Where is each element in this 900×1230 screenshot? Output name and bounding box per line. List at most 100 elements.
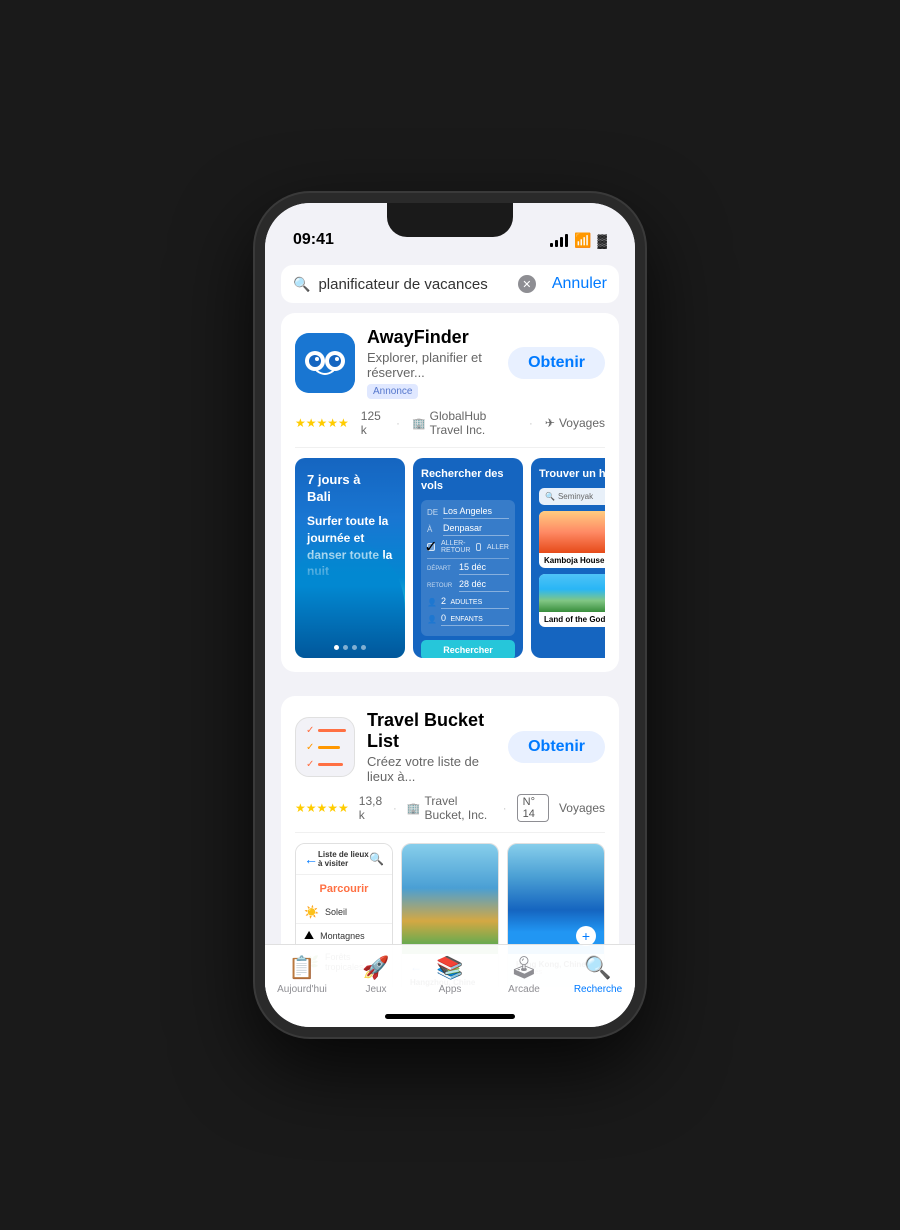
review-count-bucket: 13,8 k xyxy=(359,794,383,822)
games-label: Jeux xyxy=(365,984,386,995)
to-value: Denpasar xyxy=(443,523,509,536)
depart-row: DÉPART 15 déc xyxy=(427,562,509,575)
tab-search[interactable]: 🔍 Recherche xyxy=(561,955,635,995)
roundtrip-checkbox: ✓ xyxy=(427,543,435,551)
hotel-card-kamboja: Kamboja House xyxy=(539,511,605,568)
apps-label: Apps xyxy=(439,984,462,995)
tab-apps[interactable]: 📚 Apps xyxy=(413,955,487,995)
depart-value: 15 déc xyxy=(459,562,509,575)
meta-divider-4: · xyxy=(503,801,507,815)
line-3 xyxy=(318,763,343,766)
rating-stars: ★★★★★ xyxy=(295,416,349,430)
hotel-card-gods: Land of the Gods Inn xyxy=(539,574,605,627)
wifi-icon: 📶 xyxy=(574,232,591,249)
developer-icon-bucket: 🏢 xyxy=(407,802,421,815)
check-icon-2: ✓ xyxy=(306,742,314,753)
screenshot-hotels: Trouver un hôtel 🔍 Seminyak Kamboja Hous… xyxy=(531,458,605,658)
get-button-awayfinder[interactable]: Obtenir xyxy=(508,347,605,379)
dot-4 xyxy=(361,645,366,650)
developer-name: GlobalHub Travel Inc. xyxy=(430,409,517,437)
search-bar[interactable]: 🔍 planificateur de vacances ✕ Annuler xyxy=(281,265,619,303)
app-meta-awayfinder: ★★★★★ 125 k · 🏢 GlobalHub Travel Inc. · … xyxy=(295,409,605,448)
search-bar-inner: 🔍 planificateur de vacances ✕ xyxy=(293,275,536,293)
games-icon: 🚀 xyxy=(362,955,389,981)
tab-today[interactable]: 📋 Aujourd'hui xyxy=(265,955,339,995)
meta-divider-3: · xyxy=(393,801,397,815)
meta-divider-2: · xyxy=(529,416,533,430)
return-row: RETOUR 28 déc xyxy=(427,579,509,592)
today-label: Aujourd'hui xyxy=(277,984,327,995)
apps-icon: 📚 xyxy=(436,955,463,981)
search-bar-container: 🔍 planificateur de vacances ✕ Annuler xyxy=(265,257,635,313)
search-button-mini: Rechercher xyxy=(421,640,515,658)
rating-stars-bucket: ★★★★★ xyxy=(295,801,349,815)
adults-value: 2 ADULTES xyxy=(441,596,509,609)
check-icon-1: ✓ xyxy=(306,725,314,736)
mountain-emoji: ⛰ xyxy=(304,928,314,943)
bali-days: 7 jours à Bali xyxy=(307,472,360,506)
app-desc-awayfinder: Explorer, planifier et réserver... xyxy=(367,350,496,380)
search-tab-label: Recherche xyxy=(574,984,622,995)
tab-games[interactable]: 🚀 Jeux xyxy=(339,955,413,995)
rank-badge: N° 14 xyxy=(517,794,549,822)
browse-label: Parcourir xyxy=(296,875,392,901)
screenshots-awayfinder: 7 jours à Bali Surfer toute la journée e… xyxy=(295,458,605,658)
bucket-icon-content: ✓ ✓ ✓ xyxy=(296,718,354,776)
sun-emoji: ☀️ xyxy=(304,905,319,919)
oneway-checkbox xyxy=(476,543,480,551)
app-icon-awayfinder xyxy=(295,333,355,393)
app-info-awayfinder: AwayFinder Explorer, planifier et réserv… xyxy=(367,327,496,399)
depart-label: DÉPART xyxy=(427,566,455,572)
scroll-content[interactable]: AwayFinder Explorer, planifier et réserv… xyxy=(265,313,635,987)
section-divider xyxy=(265,688,635,696)
hotel-arch-decoration xyxy=(539,511,605,553)
meta-divider-1: · xyxy=(396,416,400,430)
developer-name-bucket: Travel Bucket, Inc. xyxy=(425,794,493,822)
awayfinder-logo xyxy=(295,333,355,393)
app-name-bucket: Travel Bucket List xyxy=(367,710,496,752)
to-row: À Denpasar xyxy=(427,523,509,536)
hotel-image-gods xyxy=(539,574,605,612)
app-header-bucket: ✓ ✓ ✓ Travel Bucket Lis xyxy=(295,710,605,784)
search-tab-icon: 🔍 xyxy=(584,955,611,981)
from-label: DE xyxy=(427,508,439,517)
today-icon: 📋 xyxy=(288,955,315,981)
status-icons: 📶 ▓ xyxy=(550,232,607,249)
ad-badge: Annonce xyxy=(367,384,418,399)
bucket-header: ← Liste de lieux à visiter 🔍 xyxy=(296,844,392,875)
search-clear-button[interactable]: ✕ xyxy=(518,275,536,293)
app-header-awayfinder: AwayFinder Explorer, planifier et réserv… xyxy=(295,327,605,399)
search-input[interactable]: planificateur de vacances xyxy=(318,276,509,293)
line-1 xyxy=(318,729,346,732)
arcade-icon: 🕹 xyxy=(510,955,538,981)
flights-title: Rechercher des vols xyxy=(421,468,515,492)
adults-icon: 👤 xyxy=(427,598,437,607)
hotels-title: Trouver un hôtel xyxy=(539,468,605,480)
app-desc-bucket: Créez votre liste de lieux à... xyxy=(367,754,496,784)
mountain-label: Montagnes xyxy=(320,931,365,941)
search-cancel-button[interactable]: Annuler xyxy=(544,275,607,293)
flight-form: DE Los Angeles À Denpasar ✓ ALLER-RETOUR… xyxy=(421,500,515,636)
get-button-bucket[interactable]: Obtenir xyxy=(508,731,605,763)
return-value: 28 déc xyxy=(459,579,509,592)
flight-type-checkboxes: ✓ ALLER-RETOUR ALLER xyxy=(427,540,509,554)
app-info-bucket: Travel Bucket List Créez votre liste de … xyxy=(367,710,496,784)
screenshot-flights: Rechercher des vols DE Los Angeles À Den… xyxy=(413,458,523,658)
roundtrip-label: ALLER-RETOUR xyxy=(441,540,470,554)
developer-info-bucket: 🏢 Travel Bucket, Inc. xyxy=(407,794,493,822)
bucket-row-3: ✓ xyxy=(306,759,343,770)
hotel-name-kamboja: Kamboja House xyxy=(539,553,605,568)
status-time: 09:41 xyxy=(293,231,334,249)
developer-info: 🏢 GlobalHub Travel Inc. xyxy=(412,409,517,437)
signal-bar-2 xyxy=(555,240,558,247)
hongkong-image: + xyxy=(508,844,604,954)
signal-bar-4 xyxy=(565,234,568,247)
category-bucket: Voyages xyxy=(559,801,605,815)
tab-arcade[interactable]: 🕹 Arcade xyxy=(487,955,561,995)
dot-2 xyxy=(343,645,348,650)
signal-bars-icon xyxy=(550,234,568,247)
arcade-label: Arcade xyxy=(508,984,540,995)
app-icon-bucket: ✓ ✓ ✓ xyxy=(295,717,355,777)
hangzhou-image xyxy=(402,844,498,954)
line-2 xyxy=(318,746,340,749)
